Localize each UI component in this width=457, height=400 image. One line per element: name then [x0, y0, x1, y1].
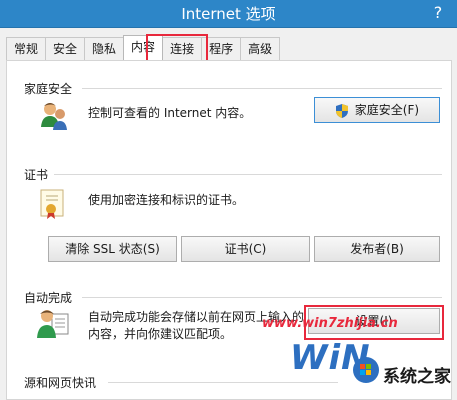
- family-users-icon: [41, 103, 67, 130]
- family-safety-title: 家庭安全: [24, 82, 73, 96]
- family-safety-button[interactable]: 家庭安全(F): [314, 97, 440, 123]
- certificates-title: 证书: [24, 168, 49, 182]
- family-safety-description: 控制可查看的 Internet 内容。: [88, 106, 252, 120]
- family-safety-divider: [82, 88, 442, 89]
- tab-privacy[interactable]: 隐私: [84, 37, 125, 60]
- tab-advanced[interactable]: 高级: [240, 37, 281, 60]
- uac-shield-icon: [335, 103, 348, 118]
- autocomplete-title: 自动完成: [24, 291, 73, 305]
- certificates-divider: [54, 174, 442, 175]
- certificates-button[interactable]: 证书(C): [181, 236, 310, 262]
- watermark-url: www.win7zhijia.cn: [262, 316, 398, 331]
- windows-logo-icon: [353, 357, 379, 383]
- watermark-brand: 系统之家: [383, 367, 451, 387]
- title-bar: Internet 选项 ?: [0, 0, 457, 28]
- family-safety-button-label: 家庭安全(F): [354, 103, 420, 117]
- tab-security[interactable]: 安全: [45, 37, 86, 60]
- feeds-divider: [108, 382, 338, 383]
- feeds-title: 源和网页快讯: [24, 376, 97, 390]
- certificate-icon: [40, 189, 64, 219]
- tab-general[interactable]: 常规: [6, 37, 47, 60]
- publishers-button[interactable]: 发布者(B): [314, 236, 440, 262]
- autocomplete-divider: [82, 297, 442, 298]
- autocomplete-description-line2: 内容，并向你建议匹配项。: [88, 327, 233, 341]
- autocomplete-icon: [37, 310, 69, 338]
- help-button[interactable]: ?: [427, 2, 449, 24]
- certificates-description: 使用加密连接和标识的证书。: [88, 193, 245, 207]
- window-title: Internet 选项: [181, 5, 276, 23]
- clear-ssl-state-button[interactable]: 清除 SSL 状态(S): [48, 236, 177, 262]
- tab-strip: 常规 安全 隐私 内容 连接 程序 高级: [6, 35, 281, 60]
